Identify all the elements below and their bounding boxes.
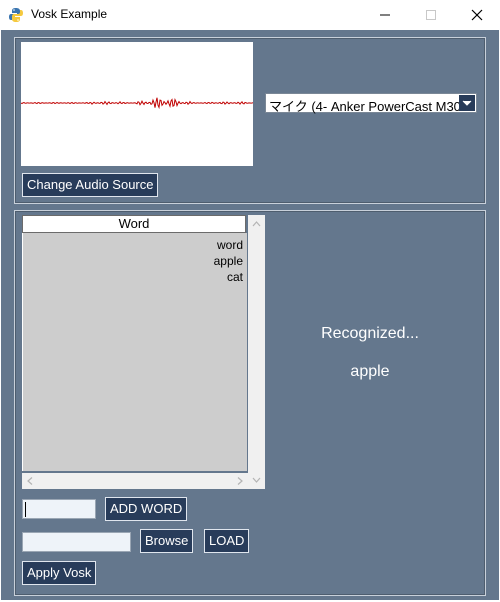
apply-vosk-button[interactable]: Apply Vosk: [22, 561, 97, 585]
horizontal-scrollbar[interactable]: [22, 473, 248, 489]
file-path-input[interactable]: [22, 532, 131, 552]
close-icon: [471, 9, 483, 21]
chevron-down-icon: [462, 100, 472, 106]
title-bar[interactable]: Vosk Example: [0, 0, 500, 30]
maximize-button[interactable]: [408, 0, 454, 30]
waveform-display: [20, 42, 254, 166]
change-audio-source-button[interactable]: Change Audio Source: [22, 173, 159, 197]
maximize-icon: [426, 10, 436, 20]
vocabulary-frame: Word word apple cat Recognized... apple: [14, 210, 486, 596]
python-icon: [8, 7, 24, 23]
scroll-left-icon: [27, 477, 33, 485]
minimize-icon: [380, 14, 390, 16]
browse-button[interactable]: Browse: [140, 529, 194, 553]
word-table: Word word apple cat: [22, 215, 267, 489]
window-client-area: マイク (4- Anker PowerCast M30 Change Audio…: [1, 30, 499, 600]
close-button[interactable]: [454, 0, 500, 30]
scroll-down-icon: [252, 477, 261, 483]
word-table-body[interactable]: word apple cat: [22, 233, 247, 471]
dropdown-arrow[interactable]: [459, 95, 475, 111]
word-input[interactable]: [22, 499, 96, 519]
window-title: Vosk Example: [31, 7, 108, 21]
waveform-graph: [20, 97, 254, 110]
audio-source-value: マイク (4- Anker PowerCast M30: [269, 99, 461, 114]
text-cursor: [25, 502, 26, 517]
add-word-button[interactable]: ADD WORD: [105, 497, 188, 521]
scroll-up-icon: [252, 221, 261, 227]
vertical-scrollbar[interactable]: [248, 215, 265, 489]
table-row[interactable]: word: [217, 238, 243, 252]
recognized-word: apple: [350, 363, 390, 380]
table-row[interactable]: apple: [214, 254, 243, 268]
table-row[interactable]: cat: [227, 270, 243, 284]
minimize-button[interactable]: [362, 0, 408, 30]
load-button[interactable]: LOAD: [204, 529, 250, 553]
scroll-right-icon: [237, 477, 243, 485]
word-column-header[interactable]: Word: [22, 215, 246, 233]
waveform-line: [20, 97, 254, 110]
audio-frame: マイク (4- Anker PowerCast M30 Change Audio…: [14, 37, 486, 204]
recognition-status: Recognized...: [321, 325, 419, 342]
audio-source-select[interactable]: マイク (4- Anker PowerCast M30: [265, 93, 477, 114]
